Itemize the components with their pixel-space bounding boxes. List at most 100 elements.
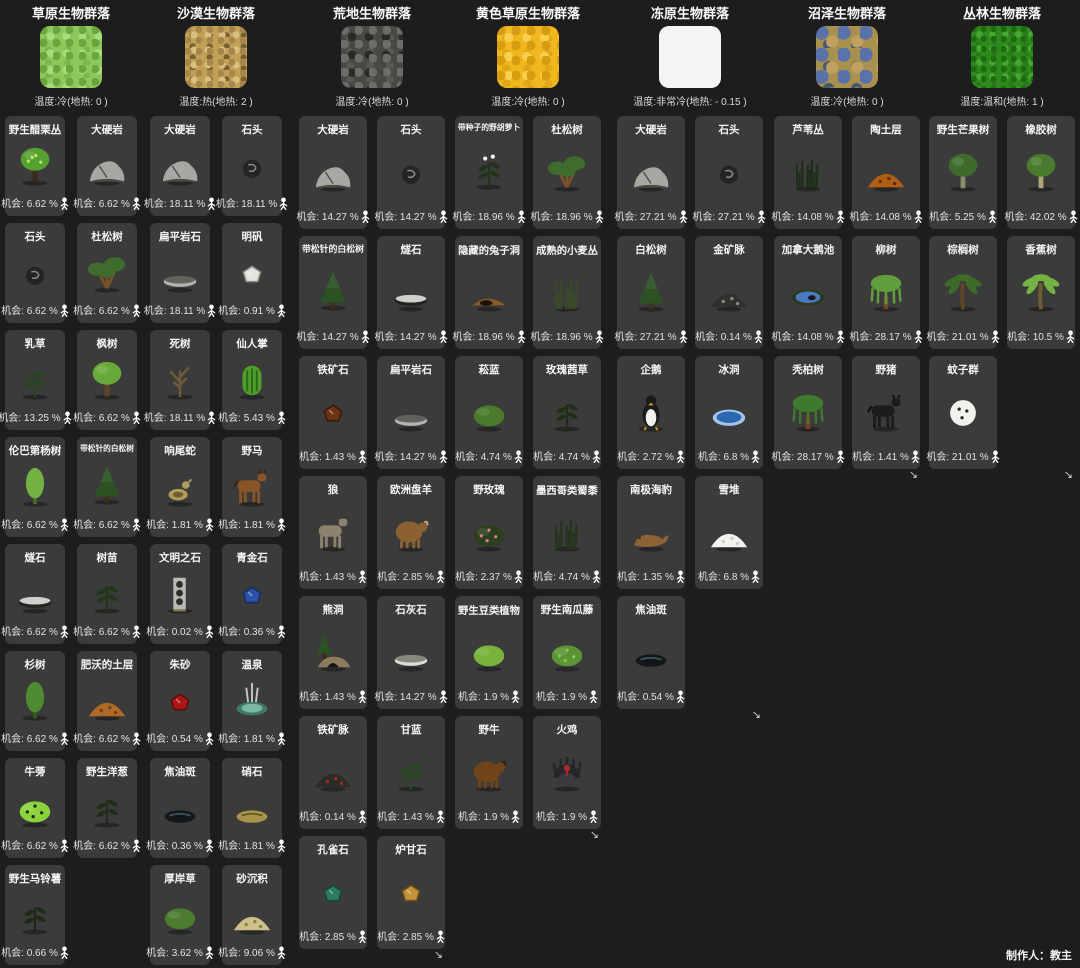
item-name: 石头 [401,122,422,137]
spawn-item-card[interactable]: 雪堆机会: 6.8 % [695,476,763,589]
spawn-item-card[interactable]: 焦油斑机会: 0.54 % [617,596,685,709]
civilization-stone-icon [156,565,204,622]
spawn-item-card[interactable]: 仙人掌机会: 5.43 % [222,330,282,430]
spawn-item-card[interactable]: 树苗机会: 6.62 % [77,544,137,644]
spawn-item-card[interactable]: 火鸡机会: 1.9 % [533,716,601,829]
spawn-item-card[interactable]: 秃柏树机会: 28.17 % [774,356,842,469]
spawn-item-card[interactable]: 石头机会: 27.21 % [695,116,763,229]
spawn-item-card[interactable]: 杜松树机会: 6.62 % [77,223,137,323]
spawn-item-card[interactable]: 甘蓝机会: 1.43 % [377,716,445,829]
spawn-item-card[interactable]: 响尾蛇机会: 1.81 % [150,437,210,537]
spawn-item-card[interactable]: 牛蒡机会: 6.62 % [5,758,65,858]
spawn-item-card[interactable]: 大硬岩机会: 14.27 % [299,116,367,229]
spawn-item-card[interactable]: 焦油斑机会: 0.36 % [150,758,210,858]
spawn-item-card[interactable]: 野马机会: 1.81 % [222,437,282,537]
spawn-item-card[interactable]: 石灰石机会: 14.27 % [377,596,445,709]
spawn-item-card[interactable]: 大硬岩机会: 6.62 % [77,116,137,216]
spawn-item-card[interactable]: 野玫瑰机会: 2.37 % [455,476,523,589]
spawn-item-card[interactable]: 明矾机会: 0.91 % [222,223,282,323]
spawn-item-card[interactable]: 野生洋葱机会: 6.62 % [77,758,137,858]
spawn-item-card[interactable]: 硝石机会: 1.81 % [222,758,282,858]
iron-ore-icon [309,377,357,447]
resize-handle-icon[interactable]: ↘ [299,949,445,962]
spawn-item-card[interactable]: 伦巴第杨树机会: 6.62 % [5,437,65,537]
spawn-item-card[interactable]: 石头机会: 14.27 % [377,116,445,229]
spawn-item-card[interactable]: 柳树机会: 28.17 % [852,236,920,349]
spawn-item-card[interactable]: 玫瑰茜草机会: 4.74 % [533,356,601,469]
spawn-item-card[interactable]: 企鹅机会: 2.72 % [617,356,685,469]
spawn-person-icon [595,207,604,223]
resize-handle-icon[interactable]: ↘ [929,469,1075,482]
biome-header: 黄色草原生物群落温度:冷(地热: 0 ) [455,3,601,108]
spawn-item-card[interactable]: 肥沃的土层机会: 6.62 % [77,651,137,751]
spawn-item-card[interactable]: 砂沉积机会: 9.06 % [222,865,282,965]
spawn-item-card[interactable]: 厚岸草机会: 3.62 % [150,865,210,965]
spawn-item-card[interactable]: 芦苇丛机会: 14.08 % [774,116,842,229]
spawn-item-card[interactable]: 野猪机会: 1.41 % [852,356,920,469]
spawn-item-card[interactable]: 青金石机会: 0.36 % [222,544,282,644]
spawn-person-icon [754,327,763,343]
item-name: 杜松树 [551,122,583,137]
spawn-item-card[interactable]: 熊洞机会: 1.43 % [299,596,367,709]
spawn-item-card[interactable]: 大硬岩机会: 27.21 % [617,116,685,229]
spawn-item-card[interactable]: 燧石机会: 6.62 % [5,544,65,644]
spawn-item-card[interactable]: 枫树机会: 6.62 % [77,330,137,430]
spawn-item-card[interactable]: 野生南瓜藤机会: 1.9 % [533,596,601,709]
spawn-item-card[interactable]: 白松树机会: 27.21 % [617,236,685,349]
spawn-item-card[interactable]: 大硬岩机会: 18.11 % [150,116,210,216]
spawn-item-card[interactable]: 死树机会: 18.11 % [150,330,210,430]
spawn-item-card[interactable]: 乳草机会: 13.25 % [5,330,65,430]
spawn-item-card[interactable]: 狼机会: 1.43 % [299,476,367,589]
spawn-item-card[interactable]: 棕榈树机会: 21.01 % [929,236,997,349]
spawn-item-card[interactable]: 孔雀石机会: 2.85 % [299,836,367,949]
item-chance: 机会: 14.27 % [374,688,436,703]
spawn-item-card[interactable]: 石头机会: 6.62 % [5,223,65,323]
spawn-item-card[interactable]: 成熟的小麦丛机会: 18.96 % [533,236,601,349]
resize-handle-icon[interactable]: ↘ [774,469,920,482]
lombardy-poplar-icon [11,458,59,515]
spawn-item-card[interactable]: 石头机会: 18.11 % [222,116,282,216]
spawn-person-icon [279,194,288,210]
spawn-item-card[interactable]: 野牛机会: 1.9 % [455,716,523,829]
item-chance-row: 机会: 27.21 % [692,207,765,223]
spawn-item-card[interactable]: 南极海豹机会: 1.35 % [617,476,685,589]
spawn-item-card[interactable]: 野生马铃薯机会: 0.66 % [5,865,65,965]
spawn-item-card[interactable]: 温泉机会: 1.81 % [222,651,282,751]
resize-handle-icon[interactable]: ↘ [455,829,601,842]
spawn-item-card[interactable]: 杉树机会: 6.62 % [5,651,65,751]
spawn-item-card[interactable]: 野生芒果树机会: 5.25 % [929,116,997,229]
spawn-item-card[interactable]: 陶土层机会: 14.08 % [852,116,920,229]
spawn-item-card[interactable]: 文明之石机会: 0.02 % [150,544,210,644]
spawn-item-card[interactable]: 炉甘石机会: 2.85 % [377,836,445,949]
biome-group: 冻原生物群落温度:非常冷(地热: - 0.15 )大硬岩机会: 27.21 %石… [617,0,763,722]
spawn-person-icon [358,807,367,823]
spawn-item-card[interactable]: 隐藏的兔子洞机会: 18.96 % [455,236,523,349]
biome-title: 沼泽生物群落 [774,3,920,22]
item-name: 冰洞 [719,362,740,377]
spawn-item-card[interactable]: 墨西哥类蜀黍机会: 4.74 % [533,476,601,589]
spawn-item-card[interactable]: 杜松树机会: 18.96 % [533,116,601,229]
spawn-item-card[interactable]: 带松针的白松树机会: 14.27 % [299,236,367,349]
spawn-item-card[interactable]: 带种子的野胡萝卜机会: 18.96 % [455,116,523,229]
resize-handle-icon[interactable]: ↘ [617,709,763,722]
spawn-item-card[interactable]: 金矿脉机会: 0.14 % [695,236,763,349]
spawn-item-card[interactable]: 野生醋栗丛机会: 6.62 % [5,116,65,216]
spawn-item-card[interactable]: 欧洲盘羊机会: 2.85 % [377,476,445,589]
spawn-item-card[interactable]: 铁矿脉机会: 0.14 % [299,716,367,829]
spawn-person-icon [132,301,141,317]
spawn-item-card[interactable]: 扁平岩石机会: 18.11 % [150,223,210,323]
spawn-item-card[interactable]: 扁平岩石机会: 14.27 % [377,356,445,469]
spawn-item-card[interactable]: 菘蓝机会: 4.74 % [455,356,523,469]
item-chance: 机会: 6.62 % [73,302,130,317]
spawn-item-card[interactable]: 蚊子群机会: 21.01 % [929,356,997,469]
spawn-item-card[interactable]: 橡胶树机会: 42.02 % [1007,116,1075,229]
spawn-item-card[interactable]: 燧石机会: 14.27 % [377,236,445,349]
spawn-person-icon [205,943,214,959]
spawn-item-card[interactable]: 野生豆类植物机会: 1.9 % [455,596,523,709]
spawn-item-card[interactable]: 加拿大鹅池机会: 14.08 % [774,236,842,349]
spawn-item-card[interactable]: 香蕉树机会: 10.5 % [1007,236,1075,349]
spawn-item-card[interactable]: 朱砂机会: 0.54 % [150,651,210,751]
spawn-item-card[interactable]: 带松针的白松树机会: 6.62 % [77,437,137,537]
spawn-item-card[interactable]: 冰洞机会: 6.8 % [695,356,763,469]
spawn-item-card[interactable]: 铁矿石机会: 1.43 % [299,356,367,469]
